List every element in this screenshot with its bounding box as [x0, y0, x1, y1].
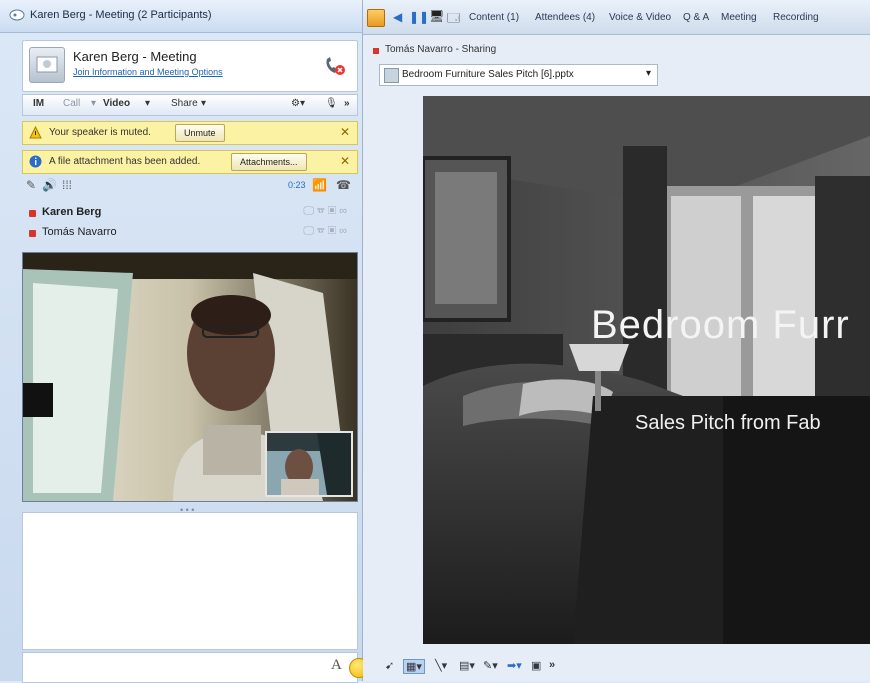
presence-icon [29, 230, 36, 237]
tab-attendees[interactable]: Attendees (4) [535, 12, 595, 23]
close-icon[interactable]: ✕ [340, 125, 350, 139]
annotation-toolbar: ➹ ▦▾ ╲▾ ▤▾ ✎▾ ➡▾ ▣ » [363, 651, 870, 681]
close-icon[interactable]: ✕ [340, 154, 350, 168]
tab-recording[interactable]: Recording [773, 12, 819, 23]
unmute-button[interactable]: Unmute [175, 124, 225, 142]
more-options-button[interactable]: » [344, 98, 350, 109]
pause-icon[interactable]: ❚❚ [409, 10, 429, 24]
meeting-title: Karen Berg - Meeting [73, 49, 197, 64]
roster-toolbar: ✎ 🔊 ⁞⁞⁞ 0:23 📶 ☎ [22, 176, 356, 196]
laser-pointer-icon[interactable]: ▦▾ [403, 659, 425, 674]
share-button[interactable]: Share [171, 98, 198, 109]
join-info-link[interactable]: Join Information and Meeting Options [73, 67, 223, 77]
edit-icon[interactable]: ✎ [26, 178, 36, 192]
slide-subtitle: Sales Pitch from Fab [635, 412, 821, 434]
speaker-muted-text: Your speaker is muted. [49, 127, 151, 138]
tab-qa[interactable]: Q & A [683, 12, 709, 23]
share-screen-icon[interactable]: 🖥 [429, 9, 444, 23]
attachment-notification: A file attachment has been added. Attach… [22, 150, 358, 174]
tab-meeting[interactable]: Meeting [721, 12, 757, 23]
desktop-icon[interactable]: 🗔 [447, 9, 460, 30]
stage-toolbar: ◀ ❚❚ 🖥 🗔 Content (1) Attendees (4) Voice… [363, 0, 870, 35]
participant-row[interactable]: Tomás Navarro 🖵☎▣∞ [22, 225, 356, 241]
self-view-feed [267, 433, 351, 495]
font-icon[interactable]: A [331, 657, 342, 674]
hang-up-icon[interactable] [321, 53, 347, 77]
pen-tool-icon[interactable]: ✎▾ [483, 659, 498, 672]
pointer-icon[interactable]: ➹ [385, 659, 394, 672]
lync-app-icon [9, 9, 25, 21]
presentation-file-name: Bedroom Furniture Sales Pitch [6].pptx [402, 69, 574, 80]
participant-status-icons: 🖵☎▣∞ [303, 225, 350, 237]
modality-toolbar: IM Call ▾ Video ▾ Share ▾ ⚙▾ 🎙 » [22, 94, 358, 116]
warning-icon [29, 126, 42, 139]
shape-tool-icon[interactable]: ▤▾ [459, 659, 475, 672]
presentation-select[interactable]: Bedroom Furniture Sales Pitch [6].pptx ▾ [379, 64, 658, 86]
presence-icon [373, 48, 379, 54]
back-arrow-icon[interactable]: ◀ [393, 10, 402, 24]
sharing-text: Tomás Navarro - Sharing [385, 44, 497, 55]
video-dropdown-icon[interactable]: ▾ [145, 98, 150, 109]
content-stage: ◀ ❚❚ 🖥 🗔 Content (1) Attendees (4) Voice… [363, 0, 870, 681]
presence-icon [29, 210, 36, 217]
im-history-pane [22, 512, 358, 650]
im-input-field[interactable]: A [22, 652, 369, 683]
speaker-muted-notification: Your speaker is muted. Unmute ✕ [22, 121, 358, 145]
participant-row[interactable]: Karen Berg 🖵☎▣∞ [22, 205, 356, 221]
call-timer: 0:23 [288, 180, 306, 190]
participants-options-icon[interactable]: ⚙▾ [291, 98, 305, 109]
chevron-down-icon[interactable]: ▾ [646, 68, 651, 79]
participant-name: Tomás Navarro [42, 226, 117, 238]
self-view-preview[interactable] [265, 431, 353, 497]
call-button[interactable]: Call [63, 98, 80, 109]
participant-status-icons: 🖵☎▣∞ [303, 205, 350, 217]
slide-title: Bedroom Furr [591, 303, 850, 347]
participant-name: Karen Berg [42, 206, 102, 218]
video-button[interactable]: Video [103, 98, 130, 109]
share-dropdown-icon[interactable]: ▾ [201, 98, 206, 109]
tab-voice-video[interactable]: Voice & Video [609, 12, 671, 23]
slide-bedroom-photo [423, 96, 870, 644]
arrow-stamp-icon[interactable]: ➡▾ [507, 659, 522, 672]
more-tools-button[interactable]: » [549, 659, 555, 671]
signal-icon: 📶 [312, 178, 327, 192]
attachments-button[interactable]: Attachments... [231, 153, 307, 171]
pptx-file-icon [384, 68, 399, 83]
conversation-window: Karen Berg - Meeting (2 Participants) Ka… [0, 0, 369, 683]
call-dropdown-icon[interactable]: ▾ [91, 98, 96, 109]
video-panel [22, 252, 358, 502]
speaker-icon[interactable]: 🔊 [42, 178, 57, 192]
meeting-icon[interactable] [367, 9, 385, 27]
window-title: Karen Berg - Meeting (2 Participants) [30, 9, 212, 21]
meeting-header: Karen Berg - Meeting Join Information an… [22, 40, 358, 92]
sharing-status: Tomás Navarro - Sharing [373, 44, 496, 55]
info-icon [29, 155, 42, 168]
dialpad-icon[interactable]: ⁞⁞⁞ [62, 178, 72, 192]
meeting-avatar-icon [36, 56, 58, 73]
meeting-avatar [29, 47, 65, 83]
line-tool-icon[interactable]: ╲▾ [435, 659, 447, 672]
presentation-slide: Bedroom Furr Sales Pitch from Fab [423, 96, 870, 644]
mic-icon[interactable]: 🎙 [325, 98, 338, 109]
fill-tool-icon[interactable]: ▣ [531, 659, 541, 672]
tab-content[interactable]: Content (1) [469, 12, 519, 23]
im-button[interactable]: IM [33, 98, 44, 109]
conversation-titlebar[interactable]: Karen Berg - Meeting (2 Participants) [0, 0, 362, 33]
attachment-text: A file attachment has been added. [49, 156, 201, 167]
phone-icon[interactable]: ☎ [336, 178, 351, 192]
